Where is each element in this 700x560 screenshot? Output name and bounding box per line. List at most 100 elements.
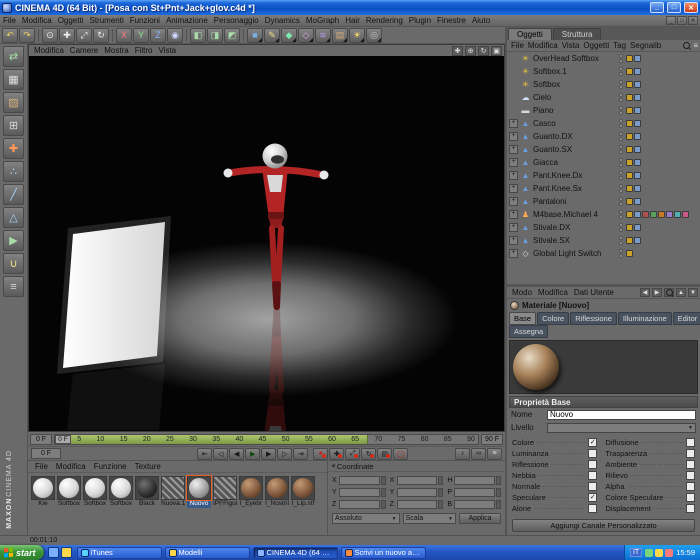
goto-start-button[interactable]: ⇤ (197, 447, 213, 460)
material-tab-base[interactable]: Base (509, 312, 537, 325)
tag-icon[interactable] (634, 81, 641, 88)
material-i-nostril[interactable]: I_Nostril (265, 476, 289, 508)
tag-icon[interactable] (634, 133, 641, 140)
editor-visibility-dot[interactable] (619, 54, 623, 58)
spinner[interactable] (438, 499, 444, 509)
menu-plugin[interactable]: Plugin (406, 16, 434, 25)
render-picture-viewer-button[interactable]: ◨ (207, 27, 223, 43)
channel-checkbox-nebbia[interactable] (588, 470, 598, 480)
timeline-ruler[interactable]: 051015202530354045505560657075808590 0 F (54, 433, 479, 445)
viewport-menu-camere[interactable]: Camere (67, 46, 101, 55)
scale-dropdown[interactable]: Scala (402, 513, 456, 524)
tag-icon[interactable] (626, 159, 633, 166)
object-row-pant-knee-sx[interactable]: + ▲ Pant.Knee.Sx (507, 182, 700, 195)
material-tab-riflessione[interactable]: Riflessione (570, 312, 617, 325)
viewport-menu-vista[interactable]: Vista (155, 46, 179, 55)
attr-menu-modo[interactable]: Modo (509, 288, 535, 297)
menu-modifica[interactable]: Modifica (19, 16, 55, 25)
tag-icon[interactable] (626, 107, 633, 114)
pan-view-icon[interactable]: ✚ (452, 45, 463, 56)
scale-button[interactable]: ⤢ (76, 27, 92, 43)
visibility-dots[interactable] (619, 158, 623, 167)
points-mode-button[interactable]: ∴ (3, 161, 24, 182)
lock-z-button[interactable]: Z (150, 27, 166, 43)
viewport-menu-mostra[interactable]: Mostra (101, 46, 131, 55)
quicklaunch-icon-2[interactable] (60, 547, 72, 558)
visibility-dots[interactable] (619, 171, 623, 180)
material-tab-assegna[interactable]: Assegna (509, 325, 549, 338)
spinner[interactable] (496, 487, 501, 497)
search-icon[interactable] (682, 41, 691, 50)
tag-icon[interactable] (626, 94, 633, 101)
visibility-dots[interactable] (619, 145, 623, 154)
object-row-overhead-softbox[interactable]: ☀ OverHead Softbox (507, 52, 700, 65)
spinner[interactable] (496, 475, 501, 485)
viewport-menu-filtro[interactable]: Filtro (132, 46, 156, 55)
task-cinema-4d-64-bit[interactable]: CINEMA 4D (64 Bit) ... (252, 546, 338, 559)
visibility-dots[interactable] (619, 119, 623, 128)
material-tab-illuminazione[interactable]: Illuminazione (617, 312, 672, 325)
channel-checkbox-speculare[interactable]: ✓ (588, 492, 598, 502)
render-visibility-dot[interactable] (619, 163, 623, 167)
menu-rendering[interactable]: Rendering (363, 16, 406, 25)
menu-personaggio[interactable]: Personaggio (211, 16, 262, 25)
render-visibility-dot[interactable] (619, 215, 623, 219)
editor-visibility-dot[interactable] (619, 145, 623, 149)
channel-checkbox-alpha[interactable] (685, 481, 695, 491)
undo-button[interactable]: ↶ (2, 27, 18, 43)
render-visibility-dot[interactable] (619, 228, 623, 232)
visibility-dots[interactable] (619, 93, 623, 102)
object-row-global-light-switch[interactable]: + ◇ Global Light Switch (507, 247, 700, 260)
nome-input[interactable] (547, 409, 696, 420)
task-scrivi-un-nuovo-arg[interactable]: Scrivi un nuovo arg... (340, 546, 426, 559)
spinner[interactable] (496, 499, 501, 509)
modeling-button[interactable]: ◇ (298, 27, 314, 43)
texture-mode-button[interactable]: ▨ (3, 92, 24, 113)
tag-icon[interactable] (666, 211, 673, 218)
material-nuovo[interactable]: Nuovo (186, 475, 212, 508)
channel-checkbox-colore[interactable]: ✓ (588, 437, 598, 447)
tag-icon[interactable] (634, 120, 641, 127)
toggle-view-icon[interactable]: ▣ (491, 45, 502, 56)
record-rotation-button[interactable]: ↻ (361, 447, 377, 460)
autokey-button[interactable]: ◯ (393, 447, 409, 460)
attr-menu-dati-utente[interactable]: Dati Utente (571, 288, 617, 297)
object-row-stivale-sx[interactable]: + ▲ Stivale.SX (507, 234, 700, 247)
tag-icon[interactable] (634, 94, 641, 101)
coordinate-system-button[interactable]: ◉ (167, 27, 183, 43)
move-button[interactable]: ✚ (59, 27, 75, 43)
live-selection-button[interactable]: ⊙ (42, 27, 58, 43)
value-input[interactable] (396, 499, 438, 509)
editor-visibility-dot[interactable] (619, 119, 623, 123)
forward-button[interactable]: ▶ (652, 288, 662, 297)
tag-icon[interactable] (626, 68, 633, 75)
add-channel-button[interactable]: Aggiungi Canale Personalizzato (512, 519, 695, 532)
filter-button[interactable]: ▼ (688, 288, 698, 297)
render-visibility-dot[interactable] (619, 189, 623, 193)
menu-finestre[interactable]: Finestre (434, 16, 469, 25)
lights-button[interactable]: ☀ (349, 27, 365, 43)
channel-checkbox-luminanza[interactable] (588, 448, 598, 458)
om-menu-segnalib[interactable]: Segnalib (628, 41, 663, 50)
material-softbox[interactable]: Softbox (109, 476, 133, 508)
doc-restore-button[interactable]: □ (677, 16, 687, 25)
tag-icon[interactable] (626, 224, 633, 231)
softbox-panel[interactable] (63, 222, 165, 368)
render-visibility-dot[interactable] (619, 137, 623, 141)
editor-visibility-dot[interactable] (619, 67, 623, 71)
deformers-button[interactable]: ≋ (315, 27, 331, 43)
tag-icon[interactable] (626, 133, 633, 140)
object-row-guanto-dx[interactable]: + ▲ Guanto.DX (507, 130, 700, 143)
om-menu-file[interactable]: File (509, 41, 526, 50)
tag-icon[interactable] (626, 120, 633, 127)
task-itunes[interactable]: iTunes (76, 546, 162, 559)
expand-icon[interactable]: + (509, 197, 518, 206)
rotate-view-icon[interactable]: ↻ (478, 45, 489, 56)
tab-struttura[interactable]: Struttura (552, 28, 602, 40)
visibility-dots[interactable] (619, 67, 623, 76)
visibility-dots[interactable] (619, 210, 623, 219)
tag-icon[interactable] (634, 107, 641, 114)
editor-visibility-dot[interactable] (619, 106, 623, 110)
record-scale-button[interactable]: ⤢ (345, 447, 361, 460)
om-menu-vista[interactable]: Vista (560, 41, 582, 50)
